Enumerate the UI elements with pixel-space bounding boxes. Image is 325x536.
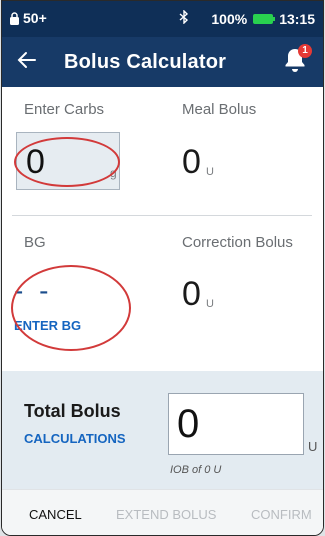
total-bolus-unit: U [308,439,318,454]
app-bar: Bolus Calculator 1 [2,37,323,87]
lock-icon [9,11,20,25]
phone-screen: 50+ 100% 13:15 Bolus Calculator 1 Enter … [1,0,324,536]
page-title: Bolus Calculator [64,51,227,73]
status-left: 50+ [9,10,47,26]
carbs-label: Enter Carbs [24,101,105,118]
extend-bolus-button[interactable]: EXTEND BOLUS [116,507,216,522]
correction-bolus-unit: U [206,298,214,310]
carbs-input[interactable]: 0 [16,132,120,190]
meal-bolus-label: Meal Bolus [182,101,257,118]
total-bolus-label: Total Bolus [24,401,121,421]
divider [12,215,312,216]
total-bolus-value: 0 [177,402,200,446]
total-bolus-panel: Total Bolus CALCULATIONS 0 U IOB of 0 U [2,371,323,489]
bluetooth-icon [179,9,189,27]
action-bar: CANCEL EXTEND BOLUS CONFIRM [2,489,323,535]
iob-text: IOB of 0 U [170,464,222,476]
notification-count: 50+ [23,10,47,26]
meal-bolus-value: 0 [182,143,201,181]
battery-icon [253,13,276,24]
bell-icon [283,49,307,78]
correction-bolus-label: Correction Bolus [182,234,293,251]
notification-badge: 1 [298,44,312,58]
back-arrow-icon[interactable] [16,49,38,71]
enter-bg-button[interactable]: ENTER BG [14,318,81,333]
bg-label: BG [24,234,46,251]
status-bar: 50+ 100% 13:15 [2,1,323,37]
confirm-button[interactable]: CONFIRM [251,507,312,522]
carbs-value: 0 [26,143,45,181]
calculations-link[interactable]: CALCULATIONS [24,431,126,446]
correction-bolus-value: 0 [182,275,201,313]
bg-value: - - [14,275,53,306]
total-bolus-input[interactable]: 0 [168,393,304,455]
meal-bolus-unit: U [206,166,214,178]
battery-percent: 100% [211,10,248,27]
carbs-unit: g [110,166,117,180]
status-right: 100% 13:15 [179,9,315,27]
cancel-button[interactable]: CANCEL [29,507,82,522]
clock: 13:15 [279,10,315,27]
notifications-button[interactable]: 1 [283,44,312,78]
